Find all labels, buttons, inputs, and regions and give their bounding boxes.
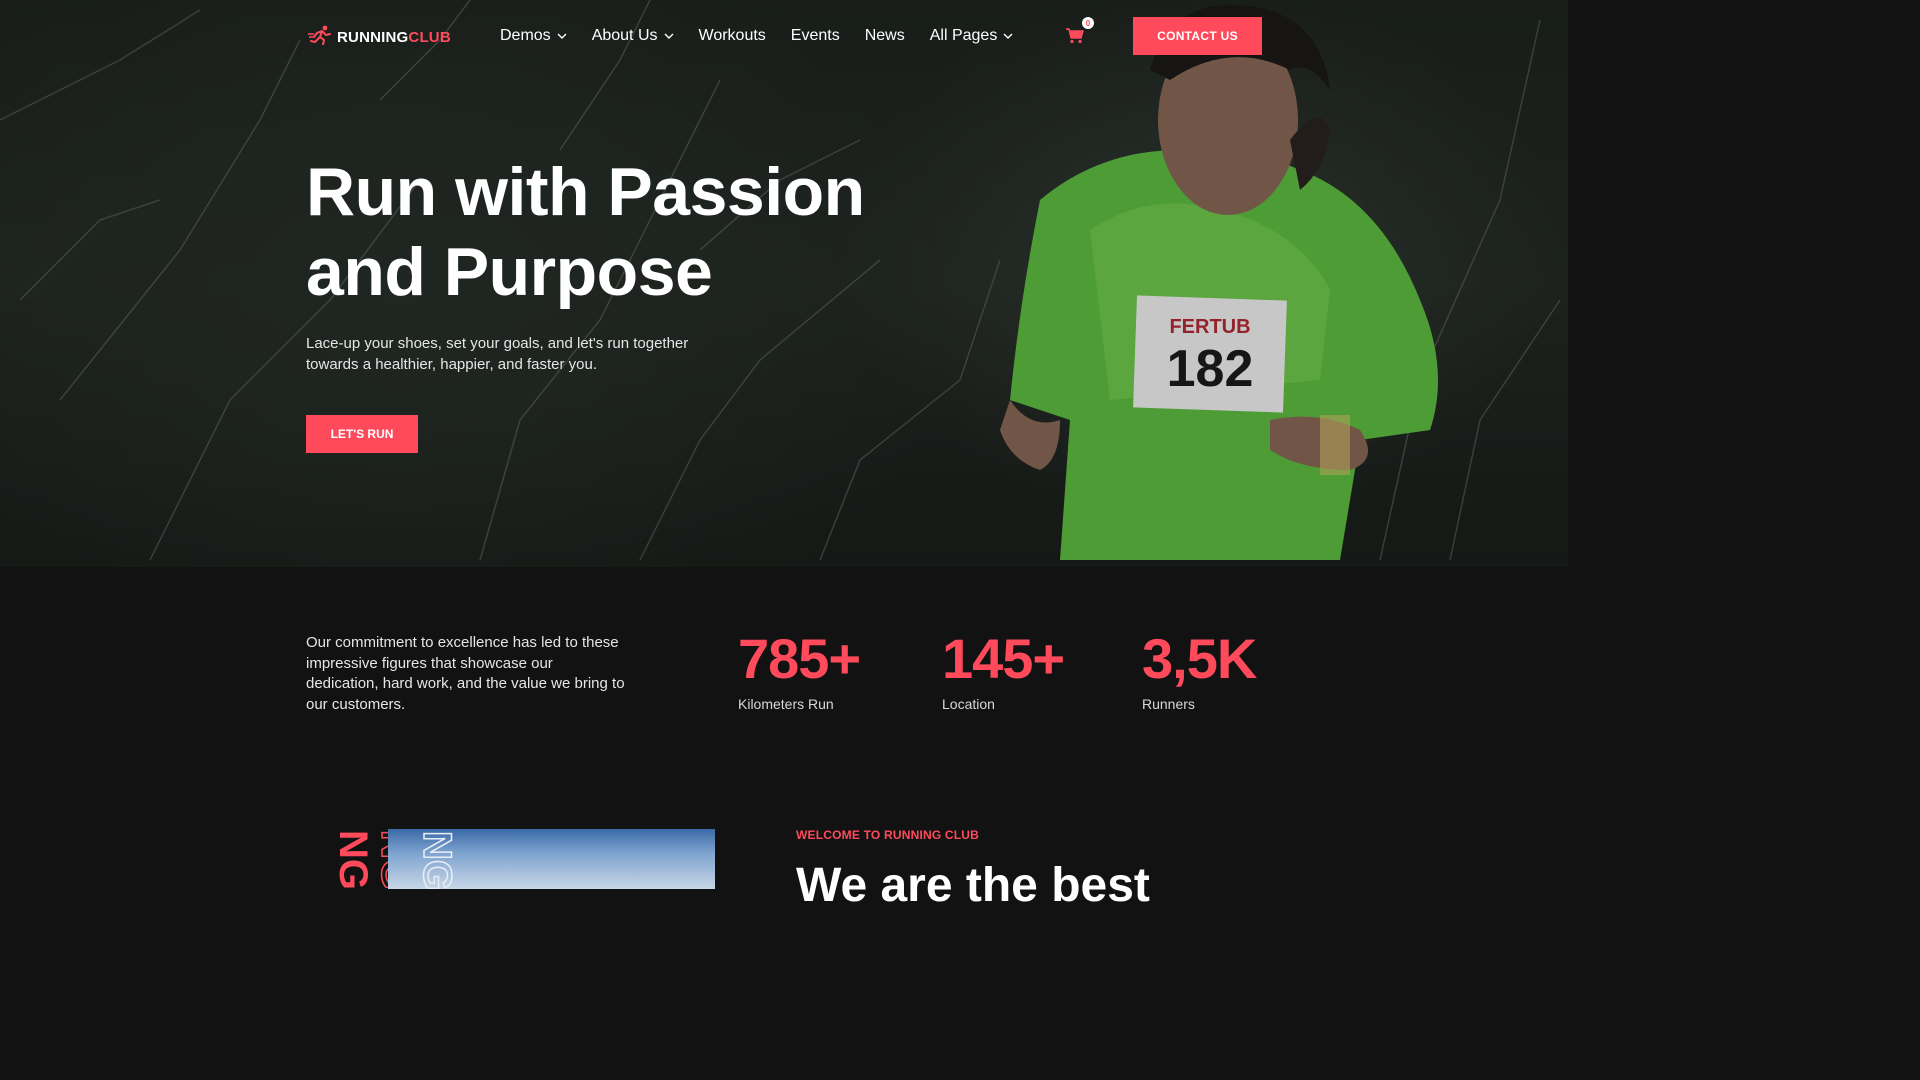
- hero-section: FERTUB 182 RUNNINGCLUB Demos About Us Wo…: [0, 0, 1568, 567]
- stat-value: 145+: [942, 627, 1065, 690]
- svg-text:NG: NG: [373, 830, 388, 888]
- brand-name: RUNNINGCLUB: [337, 29, 451, 46]
- stat-label: Runners: [1142, 696, 1195, 712]
- stat-kilometers: 785+ Kilometers Run: [738, 627, 861, 713]
- chevron-down-icon: [557, 33, 567, 39]
- nav-item-demos[interactable]: Demos: [500, 26, 567, 46]
- cart-count-badge: 0: [1082, 17, 1094, 29]
- lets-run-button[interactable]: LET'S RUN: [306, 415, 418, 453]
- stat-value: 3,5K: [1142, 627, 1257, 690]
- chevron-down-icon: [664, 33, 673, 39]
- stat-location: 145+ Location: [942, 627, 1065, 713]
- runner-icon: [308, 25, 332, 50]
- svg-text:NG: NG: [331, 830, 375, 888]
- chevron-down-icon: [1003, 33, 1013, 39]
- welcome-heading: We are the best: [796, 859, 1150, 912]
- stat-label: Kilometers Run: [738, 696, 834, 712]
- stat-label: Location: [942, 696, 995, 712]
- main-nav: Demos About Us Workouts Events News All …: [500, 26, 1038, 46]
- cart-icon[interactable]: [1066, 28, 1084, 44]
- nav-item-workouts[interactable]: Workouts: [699, 26, 766, 46]
- stat-value: 785+: [738, 627, 861, 690]
- hero-subtitle: Lace-up your shoes, set your goals, and …: [306, 335, 689, 373]
- stats-description: Our commitment to excellence has led to …: [306, 634, 625, 713]
- nav-item-news[interactable]: News: [865, 26, 905, 46]
- nav-item-events[interactable]: Events: [791, 26, 840, 46]
- svg-text:NG: NG: [415, 831, 459, 889]
- welcome-image: NG: [388, 829, 715, 889]
- brand-logo[interactable]: RUNNINGCLUB: [308, 25, 451, 50]
- nav-item-all-pages[interactable]: All Pages: [930, 26, 1014, 46]
- welcome-tag: WELCOME TO RUNNING CLUB: [796, 828, 980, 842]
- stat-runners: 3,5K Runners: [1142, 627, 1257, 713]
- contact-us-button[interactable]: CONTACT US: [1133, 17, 1262, 55]
- nav-item-about-us[interactable]: About Us: [592, 26, 674, 46]
- decorative-letters: NG NG: [331, 829, 388, 888]
- hero-title: Run with Passion and Purpose: [306, 154, 865, 310]
